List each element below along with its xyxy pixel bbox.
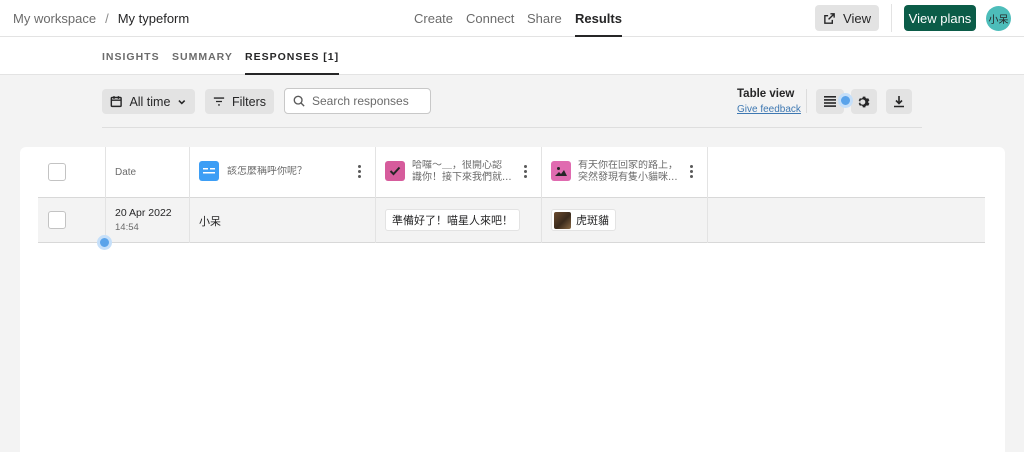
nav-results[interactable]: Results [575, 11, 622, 37]
external-link-icon [824, 12, 835, 24]
list-lines-icon [824, 96, 836, 107]
response-date: 20 Apr 2022 [115, 207, 172, 219]
breadcrumb-separator: / [105, 11, 109, 26]
nav-connect[interactable]: Connect [466, 11, 514, 37]
filter-icon [213, 97, 225, 106]
search-input[interactable] [312, 94, 422, 108]
question-2-line2: 識你！接下來我們就... [412, 172, 512, 183]
breadcrumb: My workspace / My typeform [13, 11, 189, 26]
breadcrumb-form[interactable]: My typeform [118, 11, 190, 26]
time-filter-dropdown[interactable]: All time [102, 89, 195, 114]
toolbar-divider [806, 89, 807, 113]
question-3-header[interactable]: 有天你在回家的路上， 突然發現有隻小貓咪... [578, 160, 704, 184]
response-time: 14:54 [115, 222, 139, 233]
answer-name: 小呆 [199, 215, 221, 228]
table-header-row: Date 該怎麼稱呼你呢？ 哈囉～＿，很開心認 識你！接下來我們就... 有天你… [38, 147, 985, 198]
nav-share[interactable]: Share [527, 11, 562, 37]
column-divider [541, 147, 542, 243]
column-divider [375, 147, 376, 243]
short-text-icon [199, 161, 219, 181]
view-button-label: View [843, 10, 871, 26]
question-1-header[interactable]: 該怎麼稱呼你呢？ [227, 166, 307, 178]
results-tabs: INSIGHTS SUMMARY RESPONSES [1] [0, 37, 1024, 75]
answer-picture-label: 虎斑貓 [576, 214, 609, 227]
search-icon [293, 95, 305, 107]
nav-create[interactable]: Create [414, 11, 453, 37]
tab-summary[interactable]: SUMMARY [172, 51, 233, 75]
question-2-menu-icon[interactable] [524, 165, 528, 179]
column-divider [707, 147, 708, 243]
question-3-line1: 有天你在回家的路上， [578, 160, 678, 171]
time-filter-label: All time [129, 94, 171, 109]
view-button[interactable]: View [815, 5, 879, 31]
tab-responses[interactable]: RESPONSES [1] [245, 51, 340, 75]
download-button[interactable] [886, 89, 912, 114]
give-feedback-link[interactable]: Give feedback [737, 104, 801, 115]
question-2-header[interactable]: 哈囉～＿，很開心認 識你！接下來我們就... [412, 160, 538, 184]
breadcrumb-workspace[interactable]: My workspace [13, 11, 96, 26]
cat-thumbnail-icon [554, 211, 571, 229]
date-column-header[interactable]: Date [115, 167, 136, 178]
filters-button[interactable]: Filters [205, 89, 274, 114]
avatar[interactable]: 小呆 [986, 6, 1011, 31]
highlight-dot-icon [838, 93, 853, 108]
answer-choice-chip: 準備好了！喵星人來吧！ [385, 209, 520, 231]
highlight-dot-icon [97, 235, 112, 250]
column-divider [189, 147, 190, 243]
gear-icon [858, 96, 870, 107]
header-divider [891, 4, 892, 32]
column-divider [105, 147, 106, 243]
calendar-icon [110, 96, 122, 108]
table-row[interactable]: 20 Apr 2022 14:54 小呆 準備好了！喵星人來吧！ 虎斑貓 [38, 198, 985, 243]
question-2-line1: 哈囉～＿，很開心認 [412, 160, 502, 171]
question-1-menu-icon[interactable] [358, 165, 362, 179]
download-icon [894, 96, 904, 108]
table-view-title: Table view [737, 88, 795, 100]
picture-choice-icon [551, 161, 571, 181]
search-box [284, 88, 431, 114]
row-checkbox[interactable] [48, 211, 66, 229]
tab-insights[interactable]: INSIGHTS [102, 51, 160, 75]
filters-label: Filters [231, 94, 266, 109]
table-settings-button[interactable] [851, 89, 877, 114]
select-all-checkbox[interactable] [48, 163, 66, 181]
answer-picture-chip: 虎斑貓 [551, 209, 616, 231]
view-plans-button[interactable]: View plans [904, 5, 976, 31]
chevron-down-icon [178, 99, 186, 105]
top-bar: My workspace / My typeform Create Connect … [0, 0, 1024, 37]
toolbar-divider-line [102, 127, 922, 128]
checkmark-icon [385, 161, 405, 181]
question-3-line2: 突然發現有隻小貓咪... [578, 172, 678, 183]
question-3-menu-icon[interactable] [690, 165, 694, 179]
